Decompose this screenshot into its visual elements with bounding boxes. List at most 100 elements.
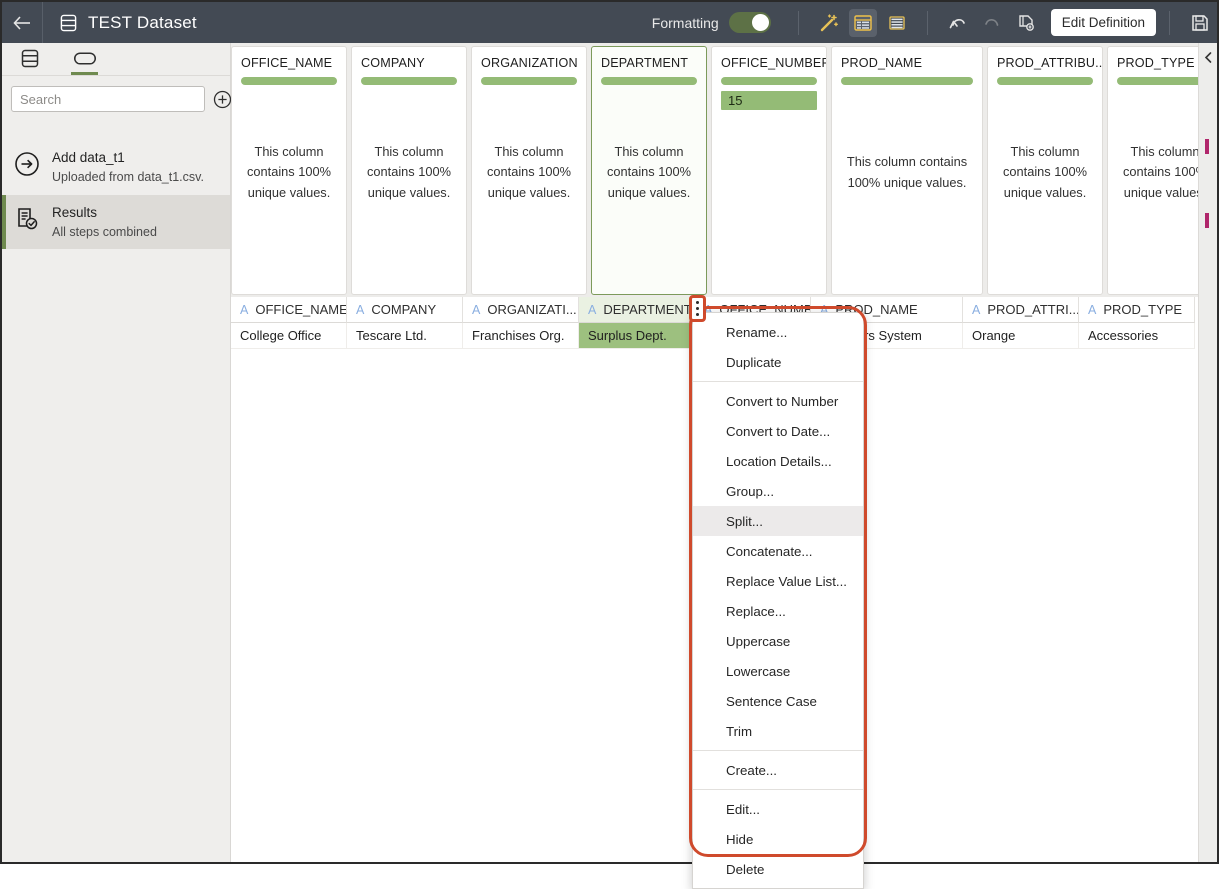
column-value-badge[interactable]: 15 xyxy=(721,91,817,110)
context-menu-separator xyxy=(693,789,863,790)
grid-column-label: COMPANY xyxy=(371,302,436,317)
back-button[interactable] xyxy=(2,2,42,43)
more-vertical-icon xyxy=(696,307,699,310)
column-more-options-button[interactable] xyxy=(689,295,706,322)
grid-column-header[interactable]: A PROD_ATTRI... xyxy=(963,297,1079,323)
context-menu-item[interactable]: Group... xyxy=(693,476,863,506)
step-title: Results xyxy=(52,204,157,222)
column-profile-name: OFFICE_NAME xyxy=(232,47,346,70)
toggle-knob xyxy=(752,14,769,31)
context-menu-item[interactable]: Split... xyxy=(693,506,863,536)
search-row xyxy=(2,76,230,112)
grid-column-label: ORGANIZATI... xyxy=(487,302,576,317)
context-menu-separator xyxy=(693,750,863,751)
scroll-marker xyxy=(1205,213,1209,228)
step-item-results[interactable]: Results All steps combined xyxy=(2,195,230,250)
grid-column-header[interactable]: AORGANIZATI... xyxy=(463,297,579,323)
active-tab-indicator xyxy=(71,72,98,75)
column-type-icon: A xyxy=(240,303,248,317)
right-rail xyxy=(1198,43,1217,862)
context-menu-item[interactable]: Replace... xyxy=(693,596,863,626)
redo-button[interactable] xyxy=(978,9,1006,37)
grid-column-header[interactable]: A COMPANY xyxy=(347,297,463,323)
sidebar-tab-data-sources[interactable] xyxy=(2,42,57,75)
column-unique-message: This column contains 100% unique values. xyxy=(592,85,706,294)
sidebar: Add data_t1 Uploaded from data_t1.csv. R… xyxy=(2,43,231,862)
column-type-icon: A xyxy=(588,303,596,317)
grid-column-header[interactable]: A OFFICE_NAME xyxy=(231,297,347,323)
context-menu-item[interactable]: Location Details... xyxy=(693,446,863,476)
context-menu-item[interactable]: Edit... xyxy=(693,794,863,824)
add-step-button[interactable] xyxy=(213,89,232,109)
step-title: Add data_t1 xyxy=(52,149,204,167)
context-menu-item[interactable]: Rename... xyxy=(693,317,863,347)
column-profile-card[interactable]: PROD_NAMEThis column contains 100% uniqu… xyxy=(831,46,983,295)
magic-wand-button[interactable] xyxy=(815,9,843,37)
column-unique-message: This column contains 100% unique values. xyxy=(988,85,1102,294)
table-cell[interactable]: Surplus Dept. xyxy=(579,323,695,349)
context-menu-item[interactable]: Convert to Number xyxy=(693,386,863,416)
save-button[interactable] xyxy=(1186,9,1214,37)
grid-view-icon xyxy=(854,14,872,32)
export-button[interactable] xyxy=(1012,9,1040,37)
context-menu-item[interactable]: Delete xyxy=(693,854,863,884)
edit-definition-button[interactable]: Edit Definition xyxy=(1051,9,1156,36)
table-cell[interactable]: Orange xyxy=(963,323,1079,349)
title-group: TEST Dataset xyxy=(43,13,197,33)
column-profile-card[interactable]: COMPANY This column contains 100% unique … xyxy=(351,46,467,295)
column-profile-name: ORGANIZATION xyxy=(472,47,586,70)
magic-wand-icon xyxy=(819,13,839,33)
context-menu-item[interactable]: Replace Value List... xyxy=(693,566,863,596)
column-profile-card[interactable]: OFFICE_NUMBER 15 xyxy=(711,46,827,295)
list-view-button[interactable] xyxy=(883,9,911,37)
sidebar-tab-flow-steps[interactable] xyxy=(57,42,112,75)
context-menu-item[interactable]: Convert to Date... xyxy=(693,416,863,446)
more-vertical-icon xyxy=(696,301,699,304)
undo-button[interactable] xyxy=(944,9,972,37)
column-profile-card[interactable]: ORGANIZATIONThis column contains 100% un… xyxy=(471,46,587,295)
redo-icon xyxy=(982,14,1002,32)
context-menu-item[interactable]: Lowercase xyxy=(693,656,863,686)
database-icon xyxy=(21,49,39,68)
context-menu-item[interactable]: Trim xyxy=(693,716,863,746)
search-input[interactable] xyxy=(11,86,205,112)
column-unique-message: This column contains 100% unique values. xyxy=(352,85,466,294)
column-profile-card[interactable]: DEPARTMENT This column contains 100% uniq… xyxy=(591,46,707,295)
column-profile-strip: OFFICE_NAME This column contains 100% uni… xyxy=(231,43,1198,297)
column-profile-name: PROD_NAME xyxy=(832,47,982,70)
app-root: TEST Dataset Formatting xyxy=(2,2,1217,862)
column-profile-name: DEPARTMENT xyxy=(592,47,706,70)
column-type-icon: A xyxy=(356,303,364,317)
grid-view-button[interactable] xyxy=(849,9,877,37)
grid-column-label: OFFICE_NAME xyxy=(255,302,347,317)
step-subtitle: All steps combined xyxy=(52,224,157,241)
column-type-icon: A xyxy=(972,303,980,317)
context-menu-item[interactable]: Duplicate xyxy=(693,347,863,377)
column-profile-name: OFFICE_NUMBER xyxy=(712,47,826,70)
column-fill-bar xyxy=(601,77,697,85)
column-profile-card[interactable]: OFFICE_NAMEThis column contains 100% uni… xyxy=(231,46,347,295)
grid-column-label: DEPARTMENT xyxy=(603,302,691,317)
table-cell[interactable]: Tescare Ltd. xyxy=(347,323,463,349)
node-shape-icon xyxy=(74,51,96,66)
table-cell[interactable]: College Office xyxy=(231,323,347,349)
step-item-add-data[interactable]: Add data_t1 Uploaded from data_t1.csv. xyxy=(2,140,230,195)
grid-column-header[interactable]: APROD_TYPE xyxy=(1079,297,1195,323)
column-profile-name: COMPANY xyxy=(352,47,466,70)
column-profile-card[interactable]: PROD_ATTRIBU...This column contains 100%… xyxy=(987,46,1103,295)
context-menu-item[interactable]: Concatenate... xyxy=(693,536,863,566)
context-menu-item[interactable]: Hide xyxy=(693,824,863,854)
collapse-panel-button[interactable] xyxy=(1199,52,1217,66)
step-text: Add data_t1 Uploaded from data_t1.csv. xyxy=(52,149,204,186)
context-menu-item[interactable]: Create... xyxy=(693,755,863,785)
grid-column-label: PROD_ATTRI... xyxy=(987,302,1079,317)
column-fill-bar xyxy=(721,77,817,85)
grid-column-header[interactable]: A DEPARTMENT xyxy=(579,297,695,323)
context-menu-item[interactable]: Sentence Case xyxy=(693,686,863,716)
context-menu-item[interactable]: Uppercase xyxy=(693,626,863,656)
toolbar-divider xyxy=(1169,11,1170,35)
table-cell[interactable]: Franchises Org. xyxy=(463,323,579,349)
formatting-toggle[interactable] xyxy=(729,12,771,33)
table-cell[interactable]: Accessories xyxy=(1079,323,1195,349)
column-fill-bar xyxy=(841,77,973,85)
